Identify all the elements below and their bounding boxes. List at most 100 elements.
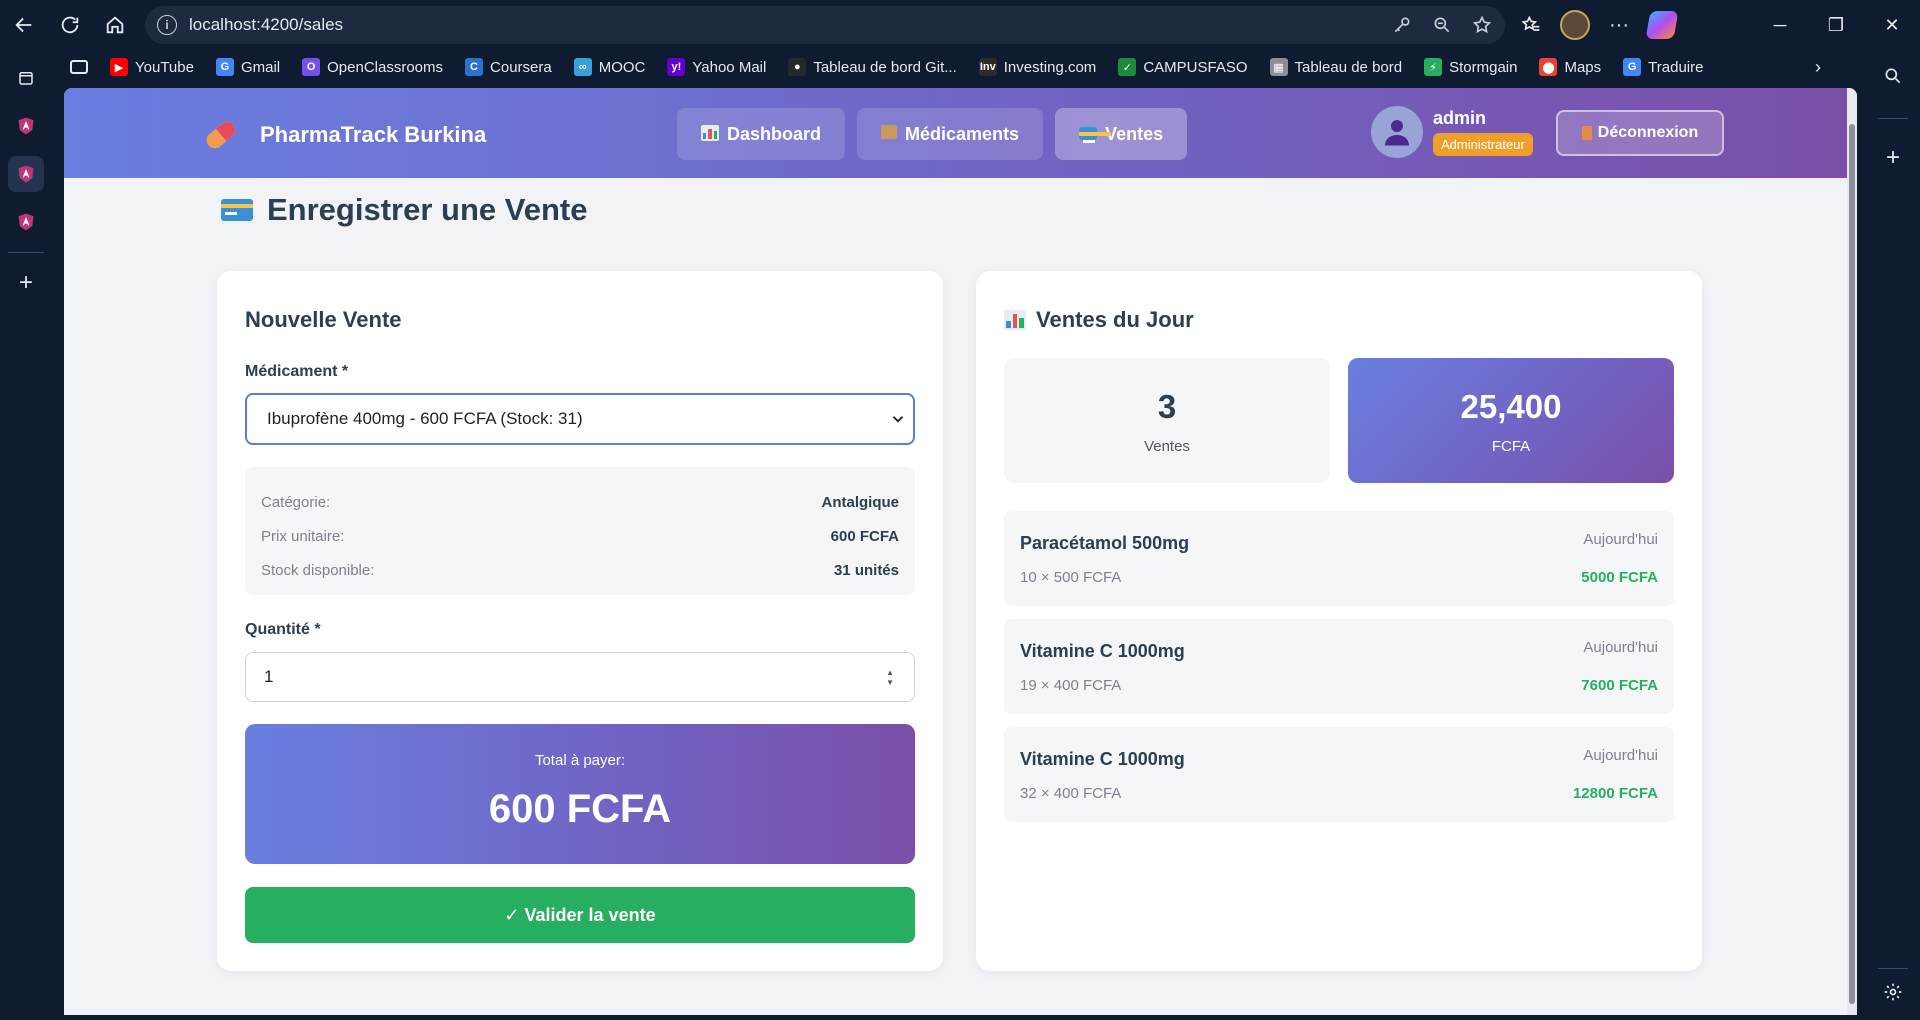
sale-product-name: Vitamine C 1000mg [1020,641,1185,661]
stormgain-icon: ⚡ [1424,58,1443,76]
daily-sales-panel: Ventes du Jour 3 Ventes 25,400 FCFA Para… [976,271,1702,971]
bookmark-label: Yahoo Mail [692,58,767,76]
more-icon[interactable]: ··· [1606,12,1632,38]
zoom-icon[interactable] [1429,12,1455,38]
tabs-icon[interactable] [8,60,44,96]
restore-icon[interactable]: ❐ [1808,0,1864,50]
logout-button[interactable]: Déconnexion [1556,110,1724,156]
page-title-text: Enregistrer une Vente [267,192,588,227]
bookmark-item[interactable]: ⬤ Maps [1539,58,1601,76]
github-icon: ● [788,58,807,76]
back-icon[interactable] [4,5,44,45]
sale-product-name: Paracétamol 500mg [1020,533,1190,553]
bookmark-item[interactable]: Inv Investing.com [978,58,1096,76]
app-logo[interactable]: PharmaTrack Burkina [202,116,486,154]
info-key: Stock disponible: [261,561,375,579]
copilot-icon[interactable] [1645,11,1679,39]
sales-count-value: 3 [1157,388,1177,425]
sale-date: Aujourd'hui [1583,531,1658,548]
angular-tab-icon[interactable] [8,108,44,144]
sale-date: Aujourd'hui [1583,639,1658,656]
divider [1878,118,1908,119]
role-badge: Administrateur [1433,133,1533,156]
star-icon[interactable] [1469,12,1495,38]
youtube-icon: ▶ [110,58,128,76]
bookmark-label: Tableau de bord Git... [813,58,957,76]
sale-amount: 5000 FCFA [1581,569,1658,586]
medicament-selected-value: Ibuprofène 400mg - 600 FCFA (Stock: 31) [267,409,583,428]
coursera-icon: C [465,58,484,76]
translate-icon: G [1623,58,1642,76]
bookmark-item[interactable]: y! Yahoo Mail [667,58,766,76]
door-icon [1581,126,1592,140]
reload-icon[interactable] [50,5,90,45]
daily-sales-title: Ventes du Jour [1004,307,1194,333]
bookmark-item[interactable]: ∞ MOOC [573,58,646,76]
bookmark-item[interactable]: O OpenClassrooms [302,58,443,76]
bookmark-item[interactable]: ✓ CAMPUSFASO [1118,58,1248,76]
chart-icon [1004,310,1026,330]
medicament-select[interactable]: Ibuprofène 400mg - 600 FCFA (Stock: 31) [245,393,915,445]
info-value: Antalgique [821,493,900,511]
search-icon[interactable] [1881,64,1905,88]
angular-tab-icon[interactable] [8,204,44,240]
new-tab-icon[interactable]: + [8,265,44,301]
app-header: PharmaTrack Burkina Dashboard Médicament… [64,88,1857,178]
sales-count-label: Ventes [1144,438,1190,455]
sale-amount: 12800 FCFA [1572,785,1658,802]
browser-sidebar: + [0,50,52,1020]
info-row-stock: Stock disponible: 31 unités [261,553,899,587]
nav-ventes[interactable]: Ventes [1055,108,1188,160]
bookmark-item[interactable]: ⚡ Stormgain [1424,58,1517,76]
url-text[interactable]: localhost:4200/sales [189,15,343,35]
bookmark-label: Coursera [490,58,552,76]
nav-dashboard[interactable]: Dashboard [677,108,846,160]
bookmark-item[interactable]: G Gmail [215,58,280,76]
medicament-label: Médicament * [245,363,349,380]
add-icon[interactable]: + [1881,144,1905,171]
gear-icon[interactable] [1881,980,1905,1004]
bookmark-item[interactable]: ▶ YouTube [110,58,194,76]
divider [8,252,44,253]
validate-sale-button[interactable]: ✓ Valider la vente [245,887,915,943]
quantity-input[interactable]: 1 ▲ ▼ [245,652,915,702]
nav-label: Ventes [1105,123,1164,144]
nav-medicaments[interactable]: Médicaments [857,108,1044,160]
bookmark-item[interactable]: C Coursera [465,58,552,76]
bookmark-item[interactable]: ▦ Tableau de bord [1269,58,1403,76]
minimize-icon[interactable]: ─ [1752,0,1808,50]
campusfaso-icon: ✓ [1118,58,1137,76]
chevron-right-icon[interactable]: › [1815,57,1821,78]
quantity-label: Quantité * [245,621,321,638]
bookmark-label: Tableau de bord [1294,58,1403,76]
close-icon[interactable]: ✕ [1864,0,1920,50]
profile-avatar[interactable] [1560,10,1590,40]
credit-card-icon [1079,125,1112,144]
page-scrollbar[interactable] [1847,88,1857,1015]
bookmark-label: Traduire [1648,58,1704,76]
quantity-value: 1 [264,667,274,686]
angular-tab-icon[interactable] [8,156,44,192]
sale-product-name: Vitamine C 1000mg [1020,749,1185,769]
stepper-arrows-icon[interactable]: ▲ ▼ [886,668,894,688]
site-info-icon[interactable]: i [157,15,177,35]
bookmark-label: CAMPUSFASO [1143,58,1248,76]
bookmark-item[interactable]: G Traduire [1623,58,1703,76]
chart-icon [701,124,719,144]
key-icon[interactable] [1389,12,1415,38]
home-icon[interactable] [95,5,135,45]
bookmark-item[interactable]: ● Tableau de bord Git... [788,58,957,76]
yahoo-icon: y! [667,58,686,76]
favorites-icon[interactable] [1518,12,1544,38]
sale-amount: 7600 FCFA [1581,677,1658,694]
total-box: Total à payer: 600 FCFA [245,724,915,864]
edge-sidebar: + [1866,50,1920,1020]
reading-list-icon[interactable] [70,60,88,74]
list-item: Vitamine C 1000mg Aujourd'hui 19 × 400 F… [1004,619,1674,714]
bookmark-label: MOOC [598,58,646,76]
user-avatar-icon[interactable] [1371,106,1423,158]
pill-icon [202,116,240,154]
address-bar[interactable]: i localhost:4200/sales [145,6,1505,44]
bookmark-label: OpenClassrooms [327,58,444,76]
scrollbar-thumb[interactable] [1849,124,1855,1004]
